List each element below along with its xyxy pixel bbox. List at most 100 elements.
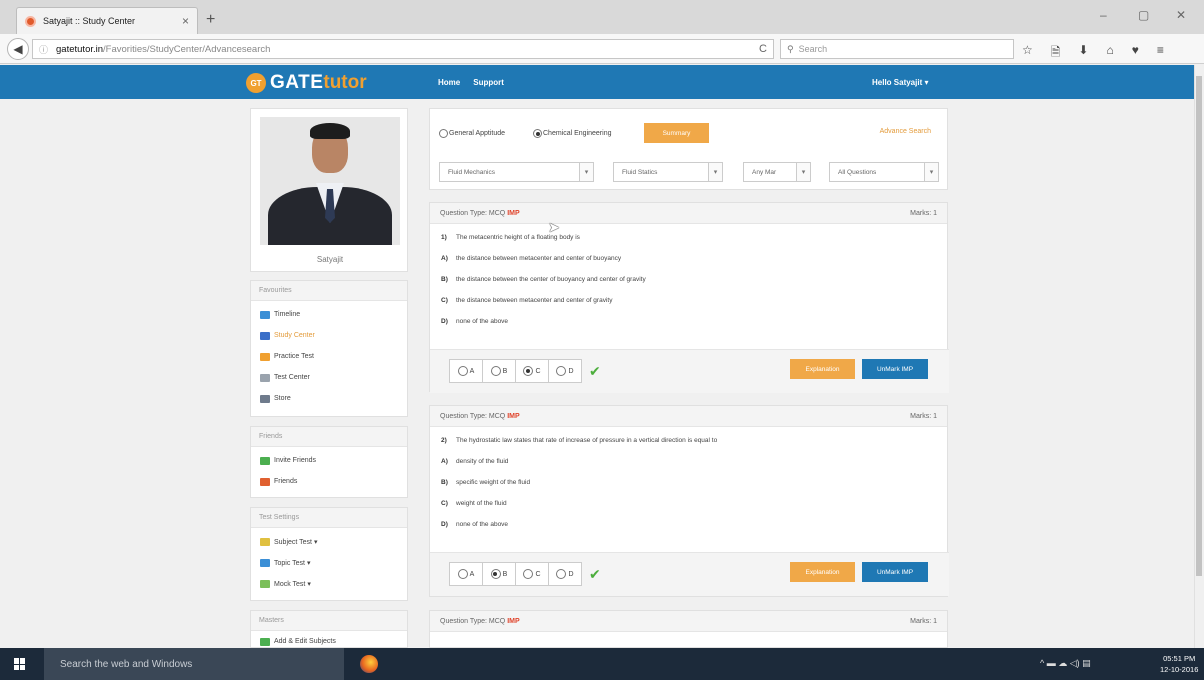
sidebar-item-friends[interactable]: Friends [251,471,407,492]
topic-select[interactable]: Fluid Statics ▾ [613,162,723,182]
unmark-imp-button[interactable]: UnMark IMP [862,359,928,379]
topic-test-icon [260,558,270,567]
gatetutor-logo[interactable]: GT GATE tutor [246,72,367,94]
sidebar-item-study-center[interactable]: Study Center [251,325,407,346]
profile-name: Satyajit [316,255,344,264]
logo-badge: GT [246,73,266,93]
explanation-button[interactable]: Explanation [790,359,855,379]
windows-start-icon[interactable] [14,658,26,670]
explanation-button[interactable]: Explanation [790,562,855,582]
back-arrow-icon[interactable]: ◀ [7,38,29,60]
page-scrollbar-thumb[interactable] [1196,76,1202,576]
sidebar-item-add-edit-subjects[interactable]: Add & Edit Subjects [251,631,407,647]
nav-home-link[interactable]: Home [438,78,460,87]
imp-badge: IMP [507,210,520,217]
browser-tab[interactable]: Satyajit :: Study Center × [16,7,198,34]
browser-search-input[interactable]: ⚲ Search [780,39,1014,59]
new-tab-button[interactable]: + [206,11,215,29]
answer-b[interactable]: B [482,359,516,383]
sidebar-item-mock-test[interactable]: Mock Test ▾ [251,573,407,594]
nav-support-link[interactable]: Support [473,78,504,87]
search-filter-panel: General Apptitude Chemical Engineering S… [429,108,948,190]
question-text: 2) The hydrostatic law states that rate o… [441,437,718,444]
invite-friends-icon [260,456,270,465]
summary-button[interactable]: Summary [644,123,709,143]
answer-bar: A B C D ✔ Explanation UnMark IMP [430,552,949,596]
reload-icon[interactable]: C [759,43,767,55]
sidebar-item-practice-test[interactable]: Practice Test [251,346,407,367]
site-favicon-icon [25,15,36,27]
logo-tutor-text: tutor [323,72,367,93]
top-nav: Home Support [438,78,504,87]
radio-selected-icon [523,366,534,376]
answer-d[interactable]: D [548,562,582,586]
store-icon [260,394,270,403]
answer-c[interactable]: C [515,562,549,586]
radio-chemical-engineering[interactable] [533,129,542,138]
marks-select[interactable]: Any Mar ▾ [743,162,811,182]
radio-general-aptitude[interactable] [439,129,448,138]
unmark-imp-button[interactable]: UnMark IMP [862,562,928,582]
friends-icon [260,477,270,486]
question-header: Question Type: MCQ IMP Marks: 1 [430,611,947,632]
sidebar-item-label: Subject Test ▾ [274,538,318,546]
maximize-button[interactable]: ▢ [1138,8,1149,22]
close-window-button[interactable]: ✕ [1176,8,1186,22]
sidebar-item-subject-test[interactable]: Subject Test ▾ [251,531,407,552]
correct-check-icon: ✔ [589,362,601,379]
bookmark-star-icon[interactable]: ☆ [1022,43,1033,64]
taskbar-search-input[interactable]: Search the web and Windows [44,648,344,680]
answer-a[interactable]: A [449,562,483,586]
sidebar-item-label: Invite Friends [274,457,317,464]
sidebar-item-topic-test[interactable]: Topic Test ▾ [251,552,407,573]
answer-options: A B C D ✔ [449,562,601,586]
option-a: A) density of the fluid [441,458,509,465]
sidebar-item-store[interactable]: Store [251,388,407,409]
sidebar-item-label: Timeline [274,311,301,318]
answer-b[interactable]: B [482,562,516,586]
question-card: Question Type: MCQ IMP Marks: 1 1) The met… [429,202,949,393]
question-marks: Marks: 1 [910,618,937,625]
option-general-aptitude[interactable]: General Apptitude [439,129,505,138]
home-icon[interactable]: ⌂ [1106,43,1113,64]
answer-d[interactable]: D [548,359,582,383]
question-filter-select[interactable]: All Questions ▾ [829,162,939,182]
profile-card: Satyajit [250,108,408,272]
chevron-down-icon: ▾ [796,163,810,181]
firefox-icon[interactable] [360,655,378,673]
radio-icon [556,366,567,376]
taskbar-clock[interactable]: 05:51 PM 12-10-2016 [1160,653,1198,675]
address-bar[interactable]: ⓘ gatetutor.in/Favorities/StudyCenter/Ad… [32,39,774,59]
clock-time: 05:51 PM [1163,654,1196,663]
practice-test-icon [260,352,270,361]
sidebar-item-timeline[interactable]: Timeline [251,304,407,325]
chevron-down-icon: ▾ [708,163,722,181]
sidebar-item-test-center[interactable]: Test Center [251,367,407,388]
user-greeting-menu[interactable]: Hello Satyajit ▾ [872,78,928,87]
option-chemical-engineering[interactable]: Chemical Engineering [533,129,611,138]
select-value: Fluid Statics [622,168,658,176]
minimize-button[interactable]: – [1100,8,1107,22]
question-type: Question Type: MCQ [440,413,506,420]
option-label: General Apptitude [449,130,506,137]
select-value: Any Mar [752,168,777,176]
subject-select[interactable]: Fluid Mechanics ▾ [439,162,594,182]
download-icon[interactable]: ⬇ [1078,43,1088,64]
system-tray-icons[interactable]: ^ ▬ ☁ ◁) ▤ [1040,658,1091,669]
menu-icon[interactable]: ≡ [1157,43,1164,64]
pocket-icon[interactable]: ♥ [1132,43,1139,64]
radio-icon [457,366,468,376]
info-icon[interactable]: ⓘ [39,43,48,56]
browser-nav-bar: ◀ ⓘ gatetutor.in/Favorities/StudyCenter/… [0,34,1204,64]
answer-a[interactable]: A [449,359,483,383]
select-value: Fluid Mechanics [448,168,495,176]
option-c: C) weight of the fluid [441,500,507,507]
close-tab-icon[interactable]: × [182,14,189,28]
add-edit-subjects-icon [260,637,270,646]
reading-list-icon[interactable]: 🗎 [1051,43,1061,64]
answer-c[interactable]: C [515,359,549,383]
option-d: D) none of the above [441,521,509,528]
friends-panel: Friends Invite Friends Friends [250,426,408,498]
advance-search-link[interactable]: Advance Search [880,128,931,135]
sidebar-item-invite-friends[interactable]: Invite Friends [251,450,407,471]
